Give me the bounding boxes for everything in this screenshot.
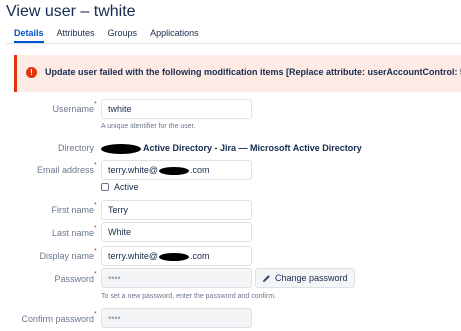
password-help: To set a new password, enter the passwor…	[101, 293, 277, 300]
tab-attributes[interactable]: Attributes	[57, 28, 95, 43]
password-label: Password	[54, 274, 94, 284]
tab-divider	[6, 43, 461, 44]
tab-applications[interactable]: Applications	[150, 28, 199, 43]
confirm-password-field: ••••	[101, 308, 252, 328]
error-circle-icon: !	[26, 67, 37, 78]
directory-value: Active Directory - Jira — Microsoft Acti…	[101, 143, 362, 154]
required-marker: *	[94, 101, 97, 108]
required-marker: *	[94, 202, 97, 209]
email-label: Email address	[36, 165, 94, 175]
display-name-label: Display name	[39, 251, 94, 261]
change-password-button[interactable]: Change password	[255, 268, 355, 288]
username-field[interactable]: twhite	[101, 99, 252, 119]
email-field[interactable]: terry.white@ .com	[101, 160, 252, 180]
password-field: ••••	[101, 268, 252, 288]
username-label: Username	[52, 104, 94, 114]
active-checkbox-row[interactable]: Active	[101, 182, 139, 192]
change-password-label: Change password	[275, 273, 348, 283]
confirm-password-label: Confirm password	[21, 314, 94, 324]
active-label: Active	[114, 182, 139, 192]
directory-label: Directory	[57, 143, 94, 153]
first-name-field[interactable]: Terry	[101, 200, 252, 220]
pencil-icon	[262, 274, 270, 282]
required-marker: *	[94, 311, 97, 318]
last-name-field[interactable]: White	[101, 222, 252, 242]
tab-details[interactable]: Details	[14, 28, 44, 43]
required-marker: *	[94, 225, 97, 232]
first-name-label: First name	[51, 205, 94, 215]
error-message: Update user failed with the following mo…	[45, 67, 461, 77]
required-marker: *	[94, 162, 97, 169]
error-banner: ! Update user failed with the following …	[14, 55, 461, 92]
redacted-blot	[158, 252, 189, 261]
redacted-blot	[101, 143, 141, 154]
required-marker: *	[94, 248, 97, 255]
page-title: View user – twhite	[6, 3, 136, 20]
required-marker: *	[94, 271, 97, 278]
redacted-blot	[158, 166, 189, 175]
last-name-label: Last name	[51, 228, 94, 238]
tab-bar: Details Attributes Groups Applications	[14, 28, 212, 43]
active-checkbox[interactable]	[101, 183, 109, 191]
display-name-field[interactable]: terry.white@ .com	[101, 246, 252, 266]
username-help: A unique identifier for the user.	[101, 123, 196, 130]
tab-groups[interactable]: Groups	[108, 28, 138, 43]
